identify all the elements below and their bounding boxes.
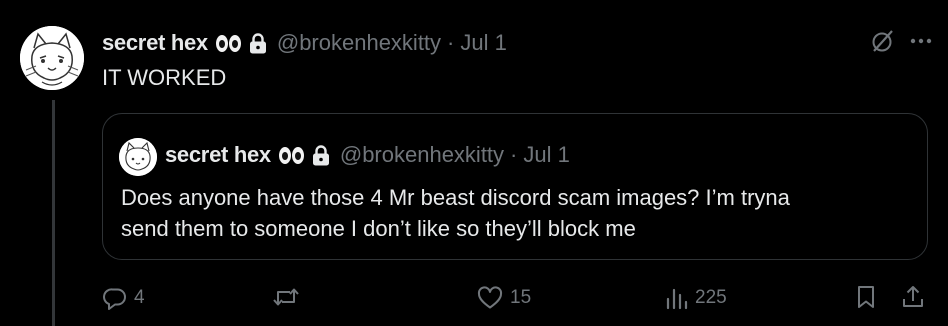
share-icon [903,286,923,307]
share-button[interactable] [900,284,926,310]
quoted-author-handle: @brokenhexkitty [339,142,505,167]
grok-icon[interactable] [870,28,896,54]
lock-icon [249,32,267,54]
cat-sketch-avatar-icon [119,138,157,176]
quoted-author-name: secret hex [165,142,271,167]
quoted-post-header: secret hex @brokenhexkitty · Jul 1 [165,140,570,170]
bookmark-icon [858,286,874,308]
cat-sketch-avatar-icon [20,26,84,90]
more-icon[interactable] [910,37,932,45]
separator-dot: · [510,142,518,167]
quoted-post-card[interactable]: secret hex @brokenhexkitty · Jul 1 Does … [102,113,928,260]
post-date[interactable]: Jul 1 [460,28,506,58]
views-button[interactable]: 225 [665,284,727,312]
author-avatar[interactable] [20,26,84,90]
quoted-author-avatar [119,138,157,176]
quoted-post-text: Does anyone have those 4 Mr beast discor… [121,182,911,244]
separator-dot: · [447,30,455,55]
like-button[interactable]: 15 [476,284,531,312]
author-name[interactable]: secret hex [102,28,208,58]
eyes-emoji [278,146,304,164]
post-header: secret hex @brokenhexkitty · Jul 1 [102,28,507,58]
bookmark-button[interactable] [854,284,878,310]
reply-icon [103,288,126,310]
quoted-post-text-line: Does anyone have those 4 Mr beast discor… [121,185,790,210]
reply-count: 4 [134,287,145,308]
post-action-bar: 4 15 225 [0,284,948,314]
quoted-post-date: Jul 1 [523,142,570,167]
lock-icon [312,144,330,166]
like-icon [477,286,503,309]
views-count: 225 [695,287,727,308]
eyes-emoji [215,34,241,52]
post-top-actions [870,28,932,54]
views-icon [666,288,688,310]
reply-button[interactable]: 4 [102,284,145,312]
repost-icon [273,288,299,306]
like-count: 15 [510,287,532,308]
author-handle[interactable]: @brokenhexkitty [277,28,441,58]
post-text: IT WORKED [102,65,227,90]
quoted-post-text-line: send them to someone I don’t like so the… [121,216,636,241]
repost-button[interactable] [272,284,306,310]
